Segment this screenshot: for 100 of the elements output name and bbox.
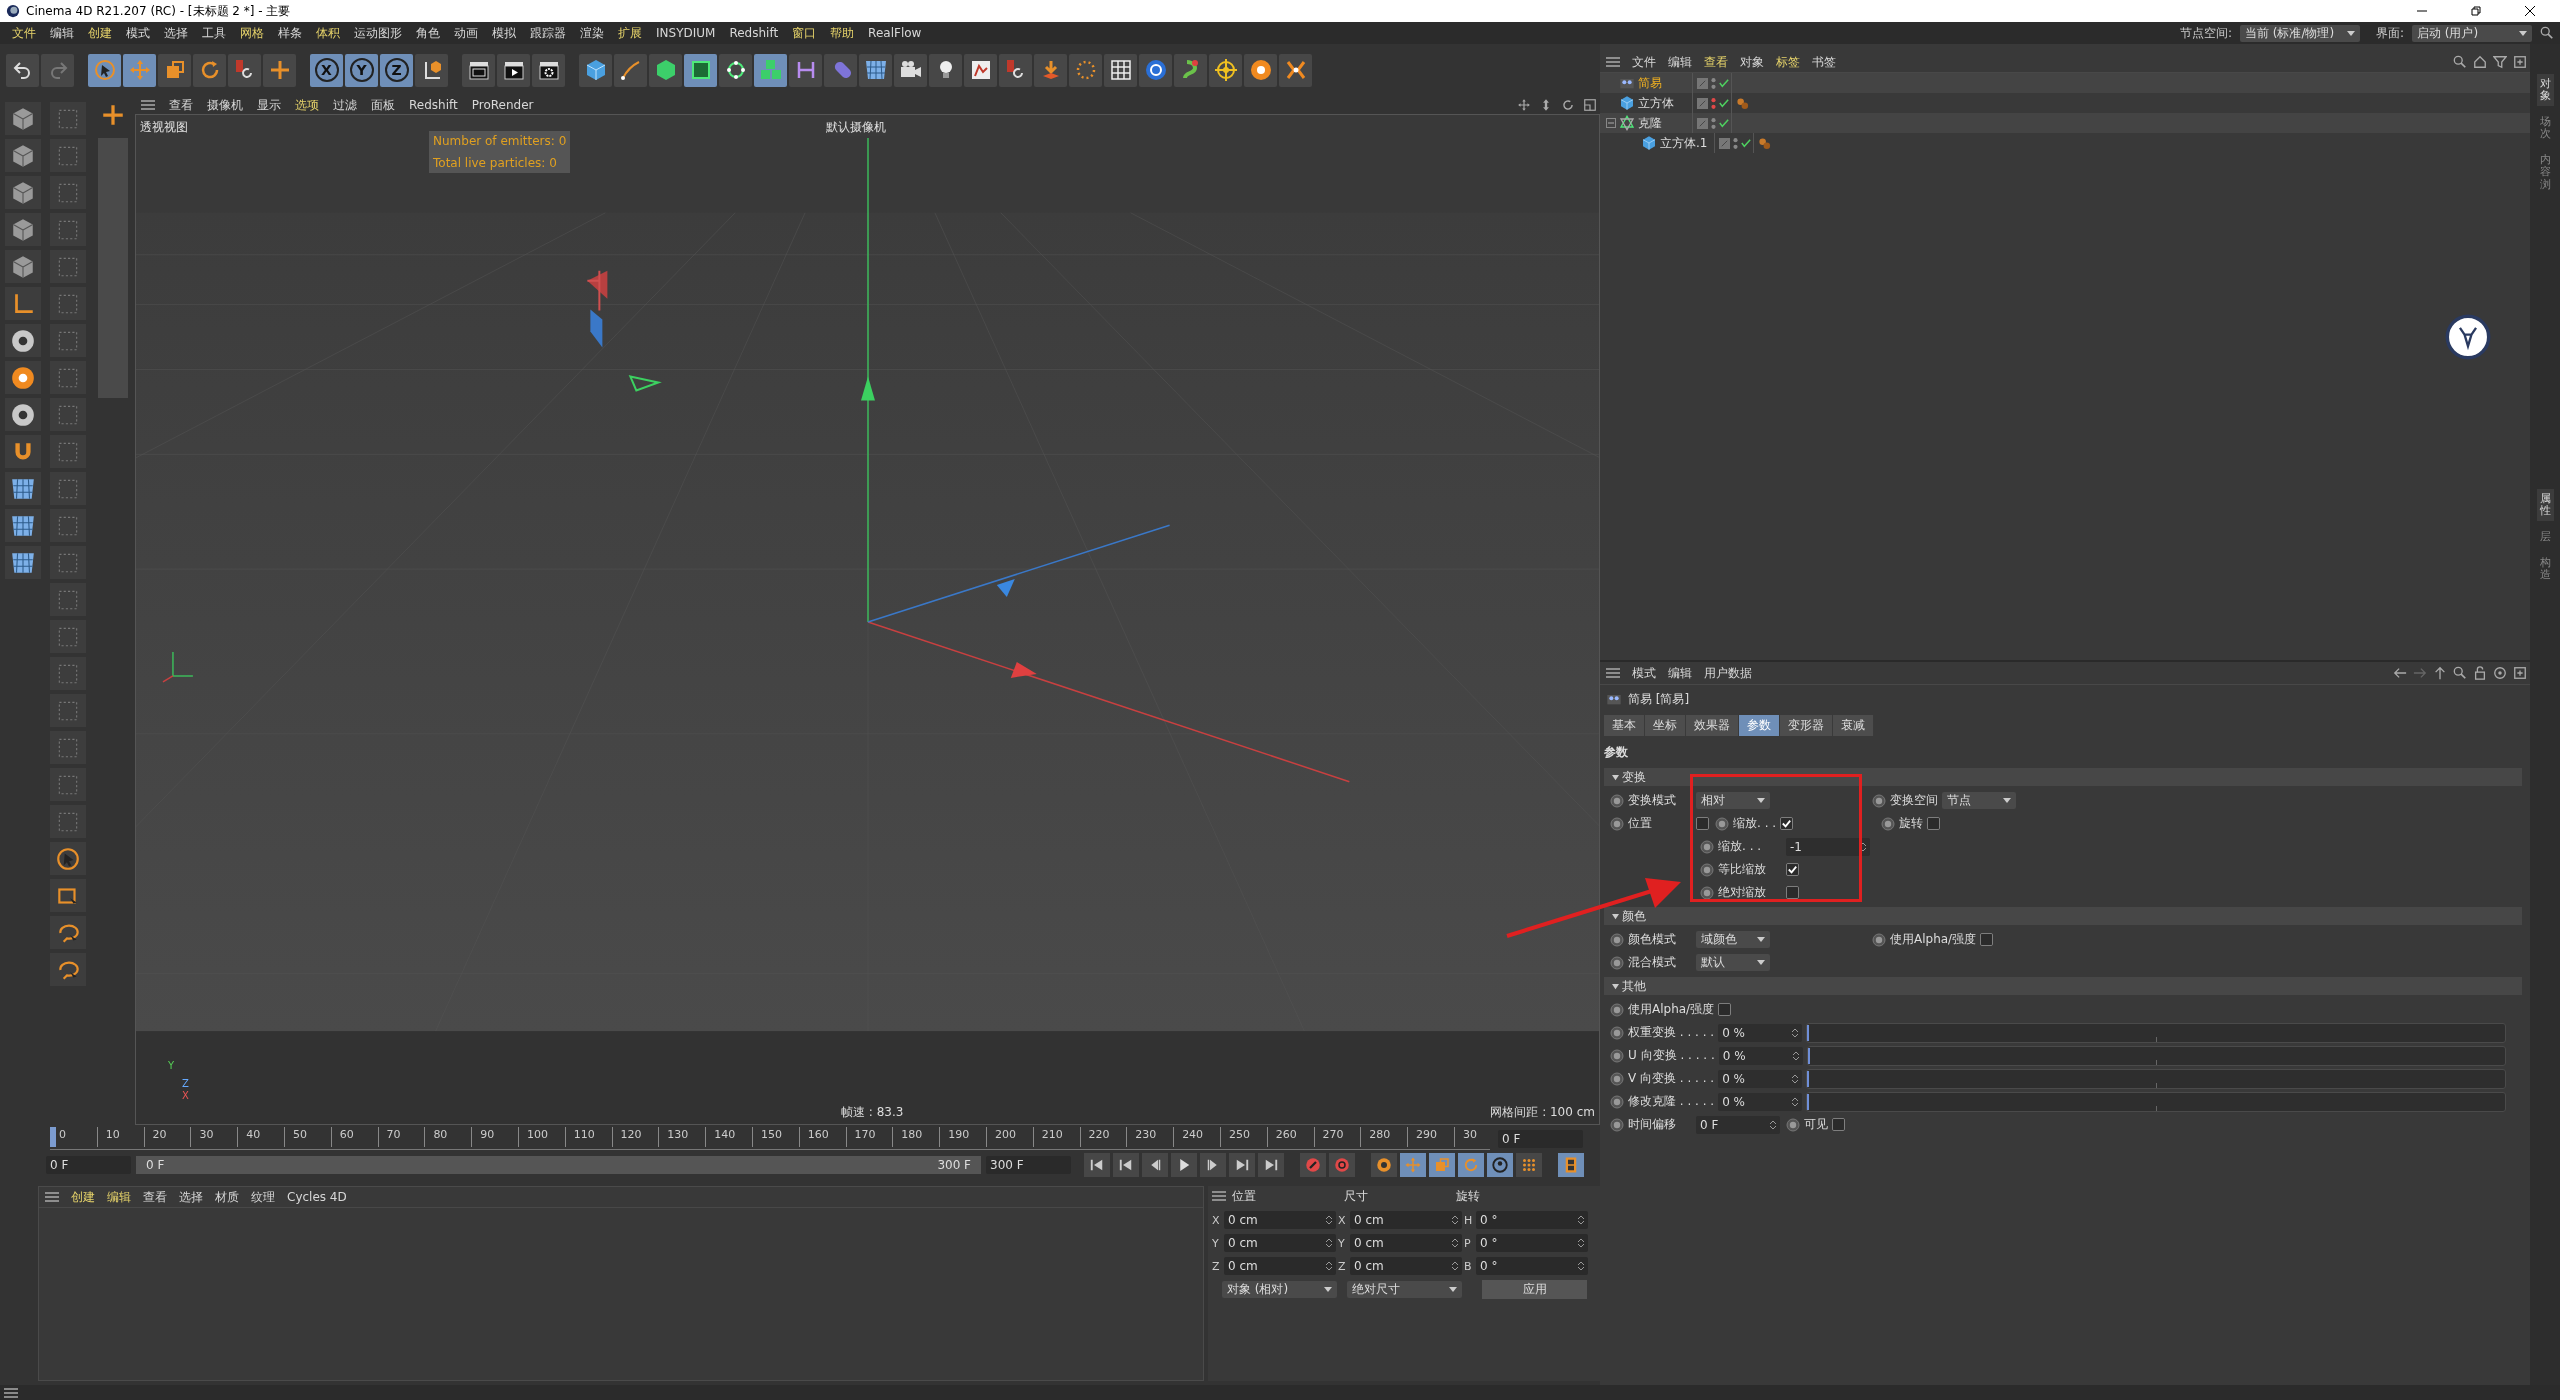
menu-item[interactable]: 编辑 [101,1188,137,1206]
checkbox[interactable] [1980,933,1994,946]
animate-radio-icon[interactable] [1700,862,1714,877]
cube-button[interactable] [579,53,612,87]
animate-radio-icon[interactable] [1610,955,1624,970]
menu-item[interactable]: 模式 [1626,664,1662,682]
record-icon[interactable] [1304,1156,1322,1174]
side-tab[interactable]: 构造 [2536,552,2554,585]
group-header[interactable]: 变换 [1604,768,2522,786]
checkmark-icon[interactable] [1741,138,1751,148]
dropdown[interactable]: 域颜色 [1696,931,1770,948]
coordinate-button[interactable] [415,53,448,87]
menu-item[interactable]: 选择 [173,1188,209,1206]
number-field[interactable]: -1 [1786,837,1870,856]
side-tab[interactable]: 场次 [2536,112,2554,145]
menu-item[interactable]: RealFlow [862,26,928,40]
menu-icon[interactable] [141,100,155,110]
menu-item[interactable]: 对象 [1734,53,1770,71]
bulb-button[interactable] [929,53,962,87]
animate-radio-icon[interactable] [1610,1094,1624,1109]
new-window-icon[interactable] [2513,55,2527,69]
crosshair-button[interactable] [263,53,296,87]
snake-button[interactable] [1174,53,1207,87]
menu-item[interactable]: 创建 [65,1188,101,1206]
slider-thumb[interactable] [1807,1047,1810,1064]
side-tab[interactable]: 层 [2536,526,2554,547]
disc-button[interactable] [1244,53,1277,87]
camera-button[interactable] [894,53,927,87]
coordinate-field[interactable]: 0 cm [1224,1234,1336,1252]
object-name[interactable]: 立方体.1 [1660,134,1708,152]
scale-button[interactable] [158,53,191,87]
menu-icon[interactable] [1606,57,1620,67]
rotate-button[interactable] [193,53,226,87]
slider-track[interactable] [1806,1068,2506,1089]
menu-item[interactable]: 选项 [289,96,325,114]
undo-button[interactable] [6,53,39,87]
checkbox[interactable] [1786,863,1799,876]
spinner-icon[interactable] [1792,1050,1799,1061]
search-icon[interactable] [2453,666,2467,680]
menu-item[interactable]: 编辑 [44,24,80,42]
menu-item[interactable]: ProRender [465,98,540,112]
spinner-icon[interactable] [1860,841,1866,852]
menu-item[interactable]: 标签 [1770,53,1806,71]
visibility-dots-icon[interactable] [1711,76,1716,90]
menu-icon[interactable] [45,1192,59,1202]
new-window-icon[interactable] [2513,666,2527,680]
menu-item[interactable]: 帮助 [824,24,861,42]
spinner-icon[interactable] [1326,1215,1332,1225]
axis-lock-button[interactable]: X [310,53,343,87]
menu-item[interactable]: INSYDIUM [650,26,722,40]
animate-radio-icon[interactable] [1786,1117,1800,1132]
restore-icon[interactable] [2470,5,2482,17]
animate-radio-icon[interactable] [1610,1002,1624,1017]
object-name[interactable]: 克隆 [1638,114,1662,132]
object-name[interactable]: 立方体 [1638,94,1674,112]
checkbox[interactable] [1832,1118,1845,1131]
grid-button[interactable] [1104,53,1137,87]
close-icon[interactable] [2524,5,2536,17]
number-field[interactable]: 0 % [1718,1069,1803,1088]
slider-thumb[interactable] [1807,1024,1810,1041]
menu-item[interactable]: 显示 [251,96,287,114]
reset-button[interactable] [228,53,261,87]
render-settings-button[interactable] [532,53,565,87]
menu-item[interactable]: 过滤 [327,96,363,114]
axis-lock-button[interactable]: Y [345,53,378,87]
dotted-circle-button[interactable] [1069,53,1102,87]
menu-item[interactable]: 网格 [234,24,270,42]
cube-button[interactable] [649,53,682,87]
animate-radio-icon[interactable] [1610,932,1624,947]
cubes-button[interactable] [754,53,787,87]
menu-item[interactable]: 扩展 [612,24,648,42]
maximize-icon[interactable] [1583,98,1597,112]
menu-item[interactable]: 书签 [1806,53,1842,71]
start-frame-field[interactable]: 0 F [46,1156,131,1174]
dropdown[interactable]: 节点 [1942,792,2016,809]
animate-radio-icon[interactable] [1872,793,1886,808]
filter-icon[interactable] [2493,55,2507,69]
size-mode-dropdown[interactable]: 绝对尺寸 [1347,1281,1462,1298]
up-arrow-icon[interactable] [2433,666,2447,680]
tab[interactable]: 衰减 [1833,715,1874,736]
animate-radio-icon[interactable] [1610,1117,1624,1132]
coordinate-field[interactable]: 0 ° [1476,1234,1588,1252]
menu-item[interactable]: Redshift [723,26,785,40]
slider-track[interactable] [1806,1045,2506,1066]
slider-thumb[interactable] [1807,1093,1810,1110]
menu-item[interactable]: 角色 [410,24,446,42]
side-tab[interactable]: 内容浏 [2536,150,2554,195]
rotate-icon[interactable] [1561,98,1575,112]
tab[interactable]: 变形器 [1780,715,1833,736]
checkbox[interactable] [1718,1003,1732,1016]
animate-radio-icon[interactable] [1881,816,1895,831]
animate-radio-icon[interactable] [1700,839,1714,854]
tag-icon[interactable] [1758,136,1771,150]
slider-track[interactable] [1806,1091,2506,1112]
collapse-icon[interactable] [1606,118,1616,128]
move-button[interactable] [123,53,156,87]
animate-radio-icon[interactable] [1610,793,1624,808]
menu-item[interactable]: Redshift [403,98,464,112]
node-space-dropdown[interactable]: 当前 (标准/物理) [2239,24,2360,42]
slider-track[interactable] [1806,1022,2506,1043]
